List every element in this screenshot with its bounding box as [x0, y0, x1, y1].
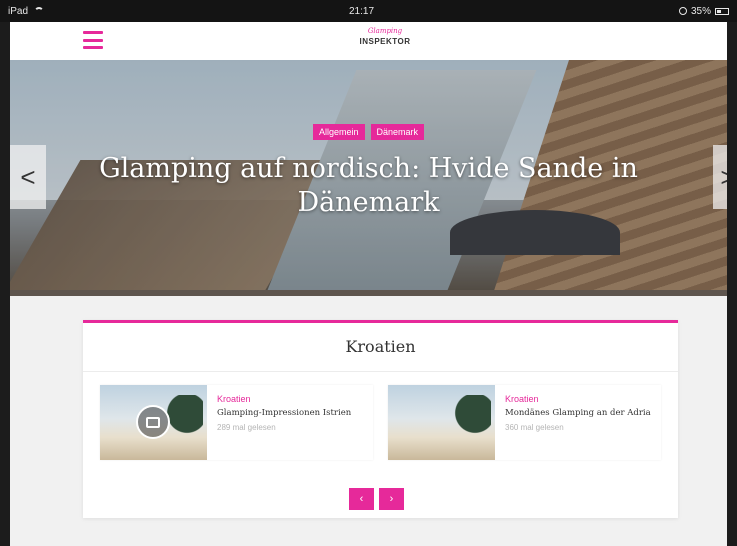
- article-title[interactable]: Glamping-Impressionen Istrien: [217, 407, 363, 419]
- device-name: iPad: [8, 5, 29, 17]
- article-card-body: Kroatien Mondänes Glamping an der Adria …: [495, 385, 661, 460]
- article-thumbnail: [100, 385, 207, 460]
- menu-bar: [83, 46, 103, 49]
- palm-image: [451, 395, 491, 455]
- wifi-icon: [34, 7, 45, 15]
- battery-icon: [715, 7, 729, 15]
- article-category[interactable]: Kroatien: [217, 393, 363, 405]
- hero-slider[interactable]: Allgemein Dänemark Glamping auf nordisch…: [10, 60, 727, 296]
- hero-tags: Allgemein Dänemark: [10, 124, 727, 140]
- image-icon: [136, 405, 170, 439]
- site-logo[interactable]: Glamping INSPEKTOR: [350, 27, 420, 55]
- menu-bar: [83, 31, 103, 34]
- article-read-count: 289 mal gelesen: [217, 423, 276, 432]
- article-card[interactable]: Kroatien Glamping-Impressionen Istrien 2…: [100, 385, 373, 460]
- hamburger-icon[interactable]: [83, 31, 103, 49]
- article-card[interactable]: Kroatien Mondänes Glamping an der Adria …: [388, 385, 661, 460]
- article-read-count: 360 mal gelesen: [505, 423, 564, 432]
- tag-allgemein[interactable]: Allgemein: [312, 124, 365, 140]
- article-thumbnail: [388, 385, 495, 460]
- site-header: Glamping INSPEKTOR: [10, 22, 727, 60]
- logo-script: Glamping: [367, 27, 403, 35]
- hero-title[interactable]: Glamping auf nordisch: Hvide Sande in Dä…: [10, 152, 727, 220]
- orientation-lock-icon: [678, 7, 687, 15]
- article-card-body: Kroatien Glamping-Impressionen Istrien 2…: [207, 385, 373, 460]
- tag-daenemark[interactable]: Dänemark: [370, 124, 425, 140]
- menu-bar: [83, 38, 103, 42]
- device-frame: iPad 21:17 35% Glamping INSPEKTOR Allgem…: [0, 0, 737, 546]
- section-title: Kroatien: [345, 337, 416, 356]
- pager-next-button[interactable]: ›: [379, 488, 404, 510]
- article-title[interactable]: Mondänes Glamping an der Adria: [505, 407, 651, 419]
- section-divider: [83, 371, 678, 372]
- browser-screen: Glamping INSPEKTOR Allgemein Dänemark Gl…: [10, 0, 727, 546]
- slider-prev-button[interactable]: <: [10, 145, 46, 209]
- article-cards: Kroatien Glamping-Impressionen Istrien 2…: [100, 385, 661, 460]
- category-section: Kroatien Kroatien Glamping-Impressionen …: [83, 320, 678, 518]
- section-pager: ‹ ›: [349, 488, 404, 510]
- status-bar: iPad 21:17 35%: [0, 0, 737, 22]
- article-category[interactable]: Kroatien: [505, 393, 651, 405]
- pager-prev-button[interactable]: ‹: [349, 488, 374, 510]
- battery-percent: 35%: [690, 5, 711, 17]
- hero-content: Allgemein Dänemark Glamping auf nordisch…: [10, 124, 727, 220]
- slider-next-button[interactable]: >: [713, 145, 727, 209]
- status-right: 35%: [678, 5, 729, 17]
- status-time: 21:17: [348, 5, 375, 17]
- logo-text: INSPEKTOR: [359, 37, 411, 46]
- status-left: iPad: [8, 5, 45, 17]
